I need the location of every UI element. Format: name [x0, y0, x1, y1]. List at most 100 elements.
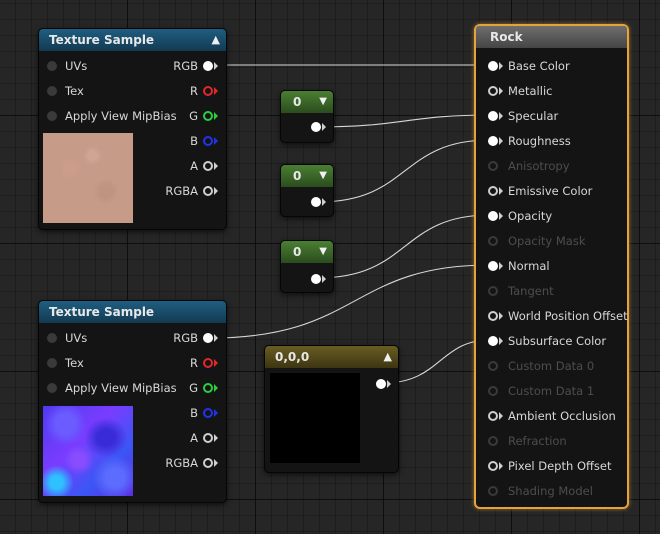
- output-g[interactable]: G: [148, 379, 218, 397]
- pin-icon[interactable]: [488, 211, 498, 221]
- output-rgb[interactable]: RGB: [148, 329, 218, 347]
- wire-constant1-to-specular: [317, 114, 491, 128]
- pin-icon[interactable]: [488, 311, 498, 321]
- pin-icon[interactable]: [203, 161, 213, 171]
- pin-icon[interactable]: [488, 261, 498, 271]
- constant-node-3[interactable]: 0 ▼: [280, 240, 334, 293]
- constant3vector-node[interactable]: 0,0,0 ▲: [264, 345, 399, 473]
- material-pin-metallic[interactable]: Metallic: [488, 82, 552, 100]
- pin-icon[interactable]: [47, 86, 57, 96]
- pin-arrow-icon: [499, 87, 503, 95]
- constant-value[interactable]: 0: [293, 169, 301, 183]
- pin-arrow-icon: [499, 212, 503, 220]
- material-pin-opacity[interactable]: Opacity: [488, 207, 552, 225]
- material-pin-ambient-occlusion[interactable]: Ambient Occlusion: [488, 407, 616, 425]
- pin-arrow-icon: [214, 112, 218, 120]
- pin-icon[interactable]: [203, 433, 213, 443]
- output-r[interactable]: R: [148, 354, 218, 372]
- pin-icon[interactable]: [488, 111, 498, 121]
- material-header[interactable]: Rock: [476, 26, 627, 48]
- constant-header[interactable]: 0 ▼: [281, 91, 333, 113]
- output-pin-icon[interactable]: [311, 122, 321, 132]
- output-b[interactable]: B: [148, 132, 218, 150]
- output-b[interactable]: B: [148, 404, 218, 422]
- texture-sample-node-2[interactable]: Texture Sample UVs Tex Apply View MipBia…: [38, 300, 227, 503]
- pin-icon[interactable]: [488, 61, 498, 71]
- pin-icon[interactable]: [488, 136, 498, 146]
- pin-icon[interactable]: [488, 461, 498, 471]
- output-pin-icon[interactable]: [311, 197, 321, 207]
- pin-arrow-icon: [387, 380, 391, 388]
- collapse-icon[interactable]: ▲: [212, 29, 220, 51]
- output-rgb[interactable]: RGB: [148, 57, 218, 75]
- texture-sample-header[interactable]: Texture Sample ▲: [39, 29, 226, 51]
- pin-icon[interactable]: [203, 333, 213, 343]
- texture-sample-header[interactable]: Texture Sample: [39, 301, 226, 323]
- material-pin-normal[interactable]: Normal: [488, 257, 550, 275]
- output-rgba[interactable]: RGBA: [148, 182, 218, 200]
- pin-icon[interactable]: [203, 458, 213, 468]
- input-uvs[interactable]: UVs: [47, 329, 87, 347]
- pin-icon: [488, 386, 498, 396]
- pin-icon[interactable]: [47, 333, 57, 343]
- pin-icon[interactable]: [47, 383, 57, 393]
- constant-header[interactable]: 0 ▼: [281, 165, 333, 187]
- material-pin-pixel-depth-offset[interactable]: Pixel Depth Offset: [488, 457, 612, 475]
- collapse-icon[interactable]: ▲: [384, 346, 392, 368]
- chevron-down-icon[interactable]: ▼: [319, 165, 327, 187]
- output-r[interactable]: R: [148, 82, 218, 100]
- pin-icon: [488, 161, 498, 171]
- chevron-down-icon[interactable]: ▼: [319, 91, 327, 113]
- node-title: Texture Sample: [49, 33, 155, 47]
- constant-node-2[interactable]: 0 ▼: [280, 164, 334, 217]
- constant-value[interactable]: 0: [293, 245, 301, 259]
- pin-icon[interactable]: [203, 111, 213, 121]
- output-g[interactable]: G: [148, 107, 218, 125]
- material-pin-roughness[interactable]: Roughness: [488, 132, 571, 150]
- pin-arrow-icon: [499, 412, 503, 420]
- constant-header[interactable]: 0 ▼: [281, 241, 333, 263]
- pin-icon[interactable]: [47, 111, 57, 121]
- input-tex[interactable]: Tex: [47, 82, 84, 100]
- pin-icon[interactable]: [488, 186, 498, 196]
- constant3vector-header[interactable]: 0,0,0 ▲: [265, 346, 398, 368]
- pin-icon[interactable]: [203, 61, 213, 71]
- output-rgba[interactable]: RGBA: [148, 454, 218, 472]
- output-a[interactable]: A: [148, 157, 218, 175]
- pin-icon[interactable]: [203, 86, 213, 96]
- material-result-node[interactable]: Rock Base Color Metallic Specular Roughn…: [474, 24, 629, 509]
- pin-icon[interactable]: [488, 336, 498, 346]
- output-pin-icon[interactable]: [311, 274, 321, 284]
- pin-icon[interactable]: [488, 411, 498, 421]
- chevron-down-icon[interactable]: ▼: [319, 241, 327, 263]
- pin-arrow-icon: [214, 137, 218, 145]
- pin-label: Subsurface Color: [508, 334, 607, 348]
- vector-value[interactable]: 0,0,0: [275, 350, 309, 364]
- output-a[interactable]: A: [148, 429, 218, 447]
- material-pin-base-color[interactable]: Base Color: [488, 57, 570, 75]
- pin-icon[interactable]: [203, 358, 213, 368]
- input-tex[interactable]: Tex: [47, 354, 84, 372]
- constant-value[interactable]: 0: [293, 95, 301, 109]
- wire-normalmap-to-normal: [209, 264, 491, 339]
- output-pin-icon[interactable]: [376, 379, 386, 389]
- material-pin-subsurface-color[interactable]: Subsurface Color: [488, 332, 606, 350]
- constant-node-1[interactable]: 0 ▼: [280, 90, 334, 143]
- color-swatch[interactable]: [270, 373, 360, 463]
- pin-icon[interactable]: [47, 61, 57, 71]
- pin-icon[interactable]: [47, 358, 57, 368]
- pin-icon[interactable]: [203, 383, 213, 393]
- material-pin-specular[interactable]: Specular: [488, 107, 558, 125]
- pin-icon[interactable]: [203, 186, 213, 196]
- pin-arrow-icon: [214, 384, 218, 392]
- pin-label: Opacity Mask: [508, 234, 586, 248]
- pin-label: Shading Model: [508, 484, 593, 498]
- material-pin-world-position-offset[interactable]: World Position Offset: [488, 307, 628, 325]
- material-pin-custom-data-1: Custom Data 1: [488, 382, 594, 400]
- pin-icon[interactable]: [203, 408, 213, 418]
- pin-icon[interactable]: [488, 86, 498, 96]
- pin-icon[interactable]: [203, 136, 213, 146]
- input-uvs[interactable]: UVs: [47, 57, 87, 75]
- material-pin-emissive-color[interactable]: Emissive Color: [488, 182, 592, 200]
- texture-sample-node-1[interactable]: Texture Sample ▲ UVs Tex Apply View MipB…: [38, 28, 227, 230]
